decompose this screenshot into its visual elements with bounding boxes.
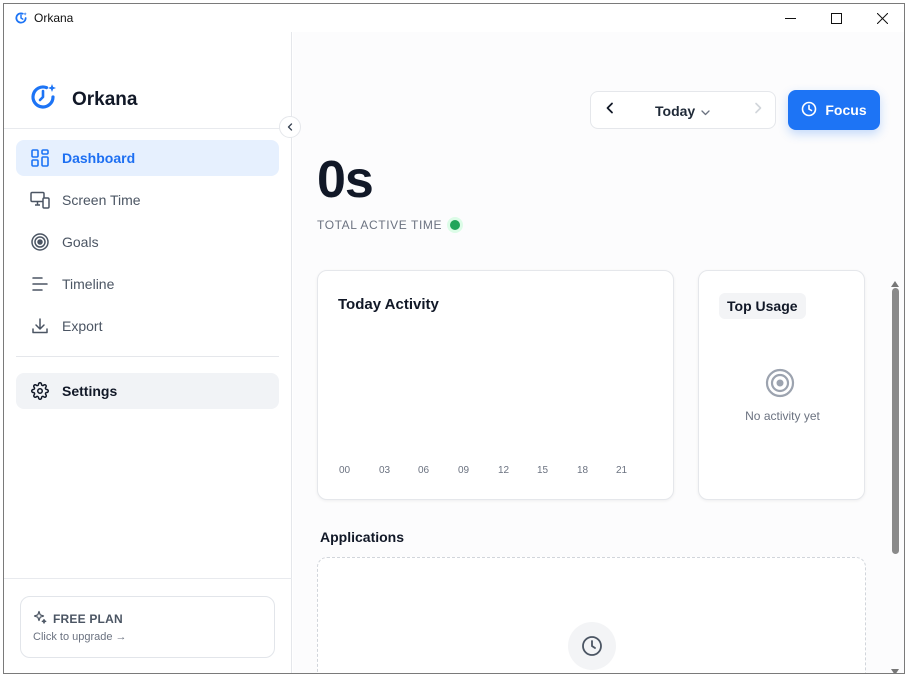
sidebar-item-label: Screen Time — [62, 192, 141, 208]
target-icon — [765, 368, 795, 403]
applications-panel — [317, 557, 866, 673]
previous-day-button[interactable] — [601, 101, 619, 119]
clock-icon — [568, 622, 616, 670]
empty-state-text: No activity yet — [745, 409, 820, 423]
hour-tick: 03 — [379, 465, 391, 476]
window-title: Orkana — [34, 11, 74, 25]
chevron-left-icon — [605, 101, 615, 119]
applications-title: Applications — [320, 529, 405, 545]
hour-tick: 18 — [577, 465, 589, 476]
plan-subtitle: Click to upgrade → — [33, 631, 127, 643]
collapse-sidebar-button[interactable] — [279, 116, 301, 138]
brand[interactable]: Orkana — [28, 82, 137, 117]
download-icon — [30, 316, 50, 336]
hour-tick: 06 — [418, 465, 430, 476]
maximize-button[interactable] — [813, 4, 859, 32]
sidebar-item-label: Timeline — [62, 276, 115, 292]
hour-tick: 00 — [339, 465, 351, 476]
sidebar-item-timeline[interactable]: Timeline — [16, 266, 279, 302]
date-navigator: Today — [590, 91, 776, 129]
hour-tick: 12 — [498, 465, 510, 476]
gear-icon — [30, 381, 50, 401]
next-day-button[interactable] — [749, 101, 767, 119]
total-time-label: TOTAL ACTIVE TIME — [317, 218, 461, 232]
plan-title-text: FREE PLAN — [53, 611, 123, 626]
nav-divider — [16, 356, 279, 357]
focus-label: Focus — [825, 102, 867, 118]
app-window: Orkana Orkana Dashboard Screen Time Goal… — [3, 3, 905, 674]
title-bar: Orkana — [4, 4, 904, 32]
focus-button[interactable]: Focus — [788, 90, 880, 130]
status-dot — [450, 220, 461, 230]
brand-logo-icon — [28, 82, 58, 117]
chevron-left-icon — [286, 118, 294, 136]
today-activity-card: Today Activity 00 03 06 09 12 15 18 21 — [317, 270, 674, 500]
close-button[interactable] — [859, 4, 904, 32]
sidebar-divider — [4, 578, 292, 579]
card-title: Top Usage — [719, 293, 806, 319]
brand-name: Orkana — [72, 88, 138, 110]
sidebar-item-label: Export — [62, 318, 103, 334]
total-time-value: 0s — [317, 151, 374, 209]
sidebar-item-label: Dashboard — [62, 150, 136, 166]
sidebar-item-goals[interactable]: Goals — [16, 224, 279, 260]
sidebar-item-label: Settings — [62, 383, 118, 399]
hour-tick: 15 — [537, 465, 549, 476]
sidebar-divider — [4, 128, 292, 129]
screen-time-icon — [30, 190, 50, 210]
hour-tick: 21 — [616, 465, 628, 476]
sidebar-nav: Dashboard Screen Time Goals Timeline Exp… — [16, 140, 279, 415]
clock-icon — [801, 101, 817, 120]
app-logo-icon — [14, 11, 28, 25]
sparkles-icon — [33, 610, 47, 627]
timeline-lines-icon — [30, 274, 50, 294]
sidebar: Orkana Dashboard Screen Time Goals Timel… — [4, 32, 301, 673]
target-icon — [30, 232, 50, 252]
hour-tick: 09 — [458, 465, 470, 476]
minimize-button[interactable] — [767, 4, 813, 32]
plan-title: FREE PLAN — [33, 610, 123, 627]
card-title: Today Activity — [338, 296, 439, 313]
top-usage-card: Top Usage No activity yet — [698, 270, 865, 500]
scroll-down-arrow-icon[interactable] — [891, 662, 899, 673]
chevron-right-icon — [753, 101, 763, 119]
main-content: Today Focus 0s TOTAL ACTIVE TIME Today A… — [293, 32, 904, 673]
dashboard-grid-icon — [30, 148, 50, 168]
sidebar-item-settings[interactable]: Settings — [16, 373, 279, 409]
date-picker-dropdown[interactable]: Today — [655, 103, 710, 119]
sidebar-item-dashboard[interactable]: Dashboard — [16, 140, 279, 176]
sidebar-item-export[interactable]: Export — [16, 308, 279, 344]
upgrade-card[interactable]: FREE PLAN Click to upgrade → — [20, 596, 275, 658]
total-time-label-text: TOTAL ACTIVE TIME — [317, 218, 443, 232]
scrollbar-thumb[interactable] — [892, 288, 899, 554]
scrollbar[interactable] — [888, 272, 902, 673]
sidebar-item-screen-time[interactable]: Screen Time — [16, 182, 279, 218]
sidebar-item-label: Goals — [62, 234, 99, 250]
chevron-down-icon — [701, 103, 710, 119]
date-label: Today — [655, 103, 696, 119]
